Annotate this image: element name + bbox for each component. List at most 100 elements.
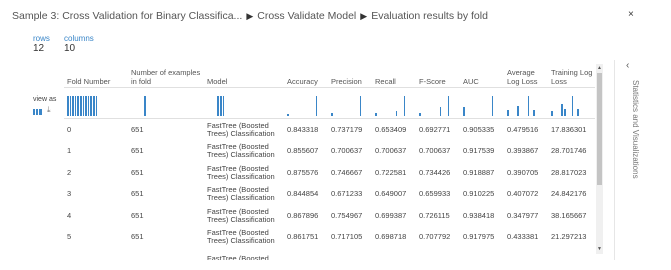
table-cell: FastTree (Boosted Trees) Classification xyxy=(207,228,275,246)
column-histogram[interactable] xyxy=(372,87,416,119)
table-cell: 0.737179 xyxy=(331,124,363,134)
table-cell: 0.707792 xyxy=(419,232,451,242)
histogram-bar xyxy=(222,96,225,116)
histogram-bar xyxy=(561,104,563,116)
side-panel-divider xyxy=(614,60,615,260)
table-cell: 651 xyxy=(131,146,144,156)
table-row: 1 651 FastTree (Boosted Trees) Classificat… xyxy=(64,141,595,163)
breadcrumb: Sample 3: Cross Validation for Binary Cl… xyxy=(12,10,488,22)
table-cell: 651 xyxy=(131,189,144,199)
table-cell: 3 xyxy=(67,189,72,199)
column-histogram[interactable] xyxy=(548,87,595,119)
table-cell: 0.917975 xyxy=(463,232,495,242)
histogram-bar xyxy=(463,107,465,116)
table-cell: 38.165667 xyxy=(551,210,587,220)
column-header[interactable]: Fold Number xyxy=(64,64,128,88)
close-icon[interactable]: × xyxy=(628,9,634,20)
table-cell: 0.700637 xyxy=(331,146,363,156)
histogram-bar xyxy=(287,114,289,116)
column-header[interactable]: Number of examples in fold xyxy=(128,64,204,88)
histogram-bar xyxy=(74,96,77,116)
view-as-label: view as xyxy=(33,96,57,103)
table-cell: 28.701746 xyxy=(551,146,587,156)
table-cell: 0.734426 xyxy=(419,167,451,177)
table-cell: 651 xyxy=(131,124,144,134)
statistics-visualizations-tab[interactable]: Statistics and Visualizations xyxy=(631,80,640,179)
table-cell: 0.905335 xyxy=(463,124,495,134)
column-histogram[interactable] xyxy=(328,87,372,119)
table-cell: FastTree (Boosted Trees) Classification xyxy=(207,142,275,160)
column-header[interactable]: Training Log Loss xyxy=(548,64,595,88)
table-cell: 0.726115 xyxy=(419,210,450,220)
table-cell: 0.918887 xyxy=(463,167,495,177)
column-header[interactable]: Accuracy xyxy=(284,64,328,88)
column-header[interactable]: Precision xyxy=(328,64,372,88)
scroll-up-icon[interactable]: ▲ xyxy=(597,65,602,71)
histogram-bar xyxy=(527,96,530,116)
column-header[interactable]: Recall xyxy=(372,64,416,88)
histogram-bar xyxy=(85,96,87,116)
histogram-bar xyxy=(375,113,377,116)
breadcrumb-module[interactable]: Cross Validate Model xyxy=(257,10,356,22)
table-cell: 0.867896 xyxy=(287,210,319,220)
chevron-left-icon[interactable]: ‹ xyxy=(626,60,629,71)
histogram-bar xyxy=(331,113,333,116)
histogram-bar xyxy=(359,96,362,116)
column-header[interactable]: Model xyxy=(204,64,284,88)
columns-count: 10 xyxy=(64,43,76,54)
histogram-bar xyxy=(219,96,222,116)
histogram-icon[interactable] xyxy=(33,109,42,115)
column-histogram[interactable] xyxy=(128,87,204,119)
table-cell: 0.843318 xyxy=(287,124,319,134)
breadcrumb-output: Evaluation results by fold xyxy=(371,10,488,22)
histogram-bar xyxy=(72,96,74,116)
table-row: 5 651 FastTree (Boosted Trees) Classificat… xyxy=(64,227,595,249)
column-histogram[interactable] xyxy=(204,87,284,119)
table-cell: 0.390705 xyxy=(507,167,539,177)
table-cell: 21.297213 xyxy=(551,232,587,242)
column-histogram[interactable] xyxy=(284,87,328,119)
table-cell xyxy=(372,248,416,260)
column-histogram[interactable] xyxy=(460,87,504,119)
scroll-down-icon[interactable]: ▼ xyxy=(597,246,602,252)
table-cell xyxy=(128,248,204,260)
table-cell: 0.917539 xyxy=(463,146,495,156)
table-cell xyxy=(64,248,128,260)
histogram-bar xyxy=(79,96,82,116)
table-cell xyxy=(460,248,504,260)
download-icon[interactable]: ⤓ xyxy=(47,105,51,114)
column-histogram[interactable] xyxy=(64,87,128,119)
scrollbar-thumb[interactable] xyxy=(597,73,602,185)
breadcrumb-experiment[interactable]: Sample 3: Cross Validation for Binary Cl… xyxy=(12,10,242,22)
histogram-bar xyxy=(143,96,146,116)
column-header[interactable]: Average Log Loss xyxy=(504,64,548,88)
results-table: Fold Number Number of examples in fold Mod… xyxy=(64,64,595,260)
table-cell: 0.746667 xyxy=(331,167,363,177)
table-cell: 0.393867 xyxy=(507,146,539,156)
table-row: 4 651 FastTree (Boosted Trees) Classificat… xyxy=(64,205,595,227)
table-cell: 0.433381 xyxy=(507,232,539,242)
table-cell: 17.836301 xyxy=(551,124,587,134)
histogram-bar xyxy=(95,96,98,116)
table-cell: 2 xyxy=(67,167,72,177)
table-cell: 0.347977 xyxy=(507,210,539,220)
column-header[interactable]: F-Score xyxy=(416,64,460,88)
histogram-bar xyxy=(87,96,90,116)
histogram-bar xyxy=(563,109,566,116)
table-row: FastTree (Boosted xyxy=(64,248,595,260)
columns-label: columns xyxy=(64,34,94,43)
table-row: 0 651 FastTree (Boosted Trees) Classificat… xyxy=(64,119,595,141)
table-cell: 0.722581 xyxy=(375,167,407,177)
table-header-row: Fold Number Number of examples in fold Mod… xyxy=(64,64,595,88)
column-header[interactable]: AUC xyxy=(460,64,504,88)
column-histogram[interactable] xyxy=(416,87,460,119)
histogram-bar xyxy=(571,96,574,116)
table-cell: 651 xyxy=(131,167,144,177)
histogram-bar xyxy=(532,110,535,116)
table-cell xyxy=(504,248,548,260)
table-cell: 0.910225 xyxy=(463,189,495,199)
table-cell: 1 xyxy=(67,146,72,156)
column-histogram[interactable] xyxy=(504,87,548,119)
table-cell: FastTree (Boosted xyxy=(207,253,269,260)
table-cell xyxy=(284,248,328,260)
